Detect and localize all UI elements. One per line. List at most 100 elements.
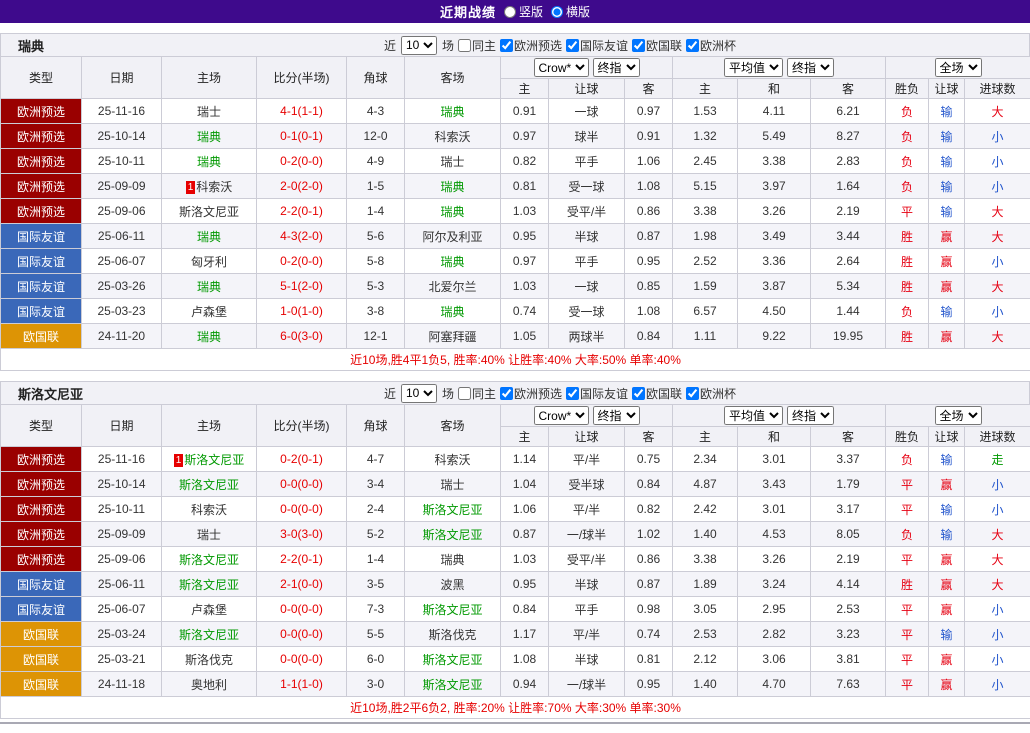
home-team-name[interactable]: 斯洛文尼亚 [179,578,239,592]
odds-time-select[interactable]: 终指 [593,406,640,425]
column-header: 日期 [82,405,162,447]
same-home-checkbox[interactable] [458,39,471,52]
view-option-vertical[interactable]: 竖版 [504,3,543,20]
competition-filter[interactable]: 欧洲杯 [686,385,736,402]
odds-company-select[interactable]: Crow* [534,58,589,77]
outcome-cell: 平 [886,597,929,622]
same-home-filter[interactable]: 同主 [458,37,496,54]
competition-checkbox[interactable] [500,39,513,52]
home-team-name[interactable]: 斯洛文尼亚 [179,205,239,219]
home-team-name[interactable]: 瑞典 [197,155,221,169]
competition-checkbox[interactable] [686,387,699,400]
odds-handicap-header: 让球 [549,79,625,99]
competition-checkbox[interactable] [632,387,645,400]
away-team-name[interactable]: 瑞典 [440,205,464,219]
competition-checkbox[interactable] [566,387,579,400]
away-team-name[interactable]: 科索沃 [434,130,470,144]
away-team-name[interactable]: 斯洛伐克 [428,628,476,642]
competition-checkbox[interactable] [500,387,513,400]
avg-away-cell: 2.53 [811,597,886,622]
odds-time-select[interactable]: 终指 [593,58,640,77]
home-team-name[interactable]: 科索沃 [196,180,232,194]
home-team-name[interactable]: 瑞典 [197,130,221,144]
home-team-name[interactable]: 斯洛文尼亚 [179,478,239,492]
competition-filter[interactable]: 欧国联 [632,385,682,402]
avg-away-cell: 3.17 [811,497,886,522]
away-team-name[interactable]: 斯洛文尼亚 [422,603,482,617]
home-team-name[interactable]: 斯洛伐克 [185,653,233,667]
competition-filter[interactable]: 欧洲杯 [686,37,736,54]
home-team-name[interactable]: 斯洛文尼亚 [184,453,244,467]
home-team-name[interactable]: 奥地利 [191,678,227,692]
away-team-name[interactable]: 瑞士 [440,155,464,169]
home-team-name[interactable]: 瑞士 [197,528,221,542]
away-team-name[interactable]: 科索沃 [434,453,470,467]
avg-home-cell: 6.57 [673,299,738,324]
table-row: 欧洲预选25-09-06斯洛文尼亚2-2(0-1)1-4瑞典1.03受平/半0.… [1,199,1030,224]
avg-time-select[interactable]: 终指 [787,406,834,425]
competition-filter[interactable]: 国际友谊 [566,385,628,402]
away-team-name[interactable]: 瑞典 [440,180,464,194]
competition-checkbox[interactable] [686,39,699,52]
away-team-name[interactable]: 北爱尔兰 [428,280,476,294]
odds-company-select[interactable]: Crow* [534,406,589,425]
away-team-name[interactable]: 瑞典 [440,305,464,319]
competition-filter[interactable]: 欧洲预选 [500,385,562,402]
avg-time-select[interactable]: 终指 [787,58,834,77]
result-group-header: 全场 [886,57,1030,79]
home-team-name[interactable]: 卢森堡 [191,305,227,319]
home-team-name[interactable]: 瑞典 [197,230,221,244]
home-team-name[interactable]: 瑞典 [197,280,221,294]
outcome-cell: 负 [886,99,929,124]
competition-filter[interactable]: 欧国联 [632,37,682,54]
avg-draw-cell: 2.95 [738,597,811,622]
goals-cell: 小 [965,497,1030,522]
away-team-name[interactable]: 阿塞拜疆 [428,330,476,344]
avg-away-cell: 3.37 [811,447,886,472]
view-option-horizontal[interactable]: 横版 [551,3,590,20]
home-team-name[interactable]: 瑞典 [197,330,221,344]
home-team-name[interactable]: 科索沃 [191,503,227,517]
competition-checkbox[interactable] [632,39,645,52]
date-cell: 25-03-23 [82,299,162,324]
away-team-name[interactable]: 斯洛文尼亚 [422,653,482,667]
away-team-name[interactable]: 斯洛文尼亚 [422,678,482,692]
away-team-name[interactable]: 波黑 [440,578,464,592]
match-count-select[interactable]: 10 [401,384,437,403]
same-home-filter[interactable]: 同主 [458,385,496,402]
away-team-name[interactable]: 瑞士 [440,478,464,492]
competition-checkbox[interactable] [566,39,579,52]
competition-filter[interactable]: 欧洲预选 [500,37,562,54]
same-home-checkbox[interactable] [458,387,471,400]
horizontal-view-radio[interactable] [551,6,563,18]
home-team-cell: 瑞典 [162,324,257,349]
away-team-name[interactable]: 阿尔及利亚 [422,230,482,244]
table-row: 欧国联24-11-18奥地利1-1(1-0)3-0斯洛文尼亚0.94一/球半0.… [1,672,1030,697]
home-team-name[interactable]: 瑞士 [197,105,221,119]
results-table: 类型日期主场比分(半场)角球客场Crow*终指平均值终指全场主让球客主和客胜负让… [0,56,1030,371]
match-type-cell: 欧洲预选 [1,199,82,224]
score-cell: 2-1(0-0) [257,572,347,597]
avg-source-select[interactable]: 平均值 [724,406,783,425]
odds-home-cell: 0.94 [501,672,549,697]
corner-cell: 12-0 [347,124,405,149]
competition-filter[interactable]: 国际友谊 [566,37,628,54]
odds-home-cell: 0.74 [501,299,549,324]
away-team-name[interactable]: 斯洛文尼亚 [422,503,482,517]
home-team-name[interactable]: 匈牙利 [191,255,227,269]
away-team-name[interactable]: 瑞典 [440,553,464,567]
rank-badge: 1 [186,181,196,194]
away-team-name[interactable]: 瑞典 [440,255,464,269]
home-team-name[interactable]: 斯洛文尼亚 [179,628,239,642]
scope-select[interactable]: 全场 [935,406,982,425]
away-team-name[interactable]: 瑞典 [440,105,464,119]
vertical-view-radio[interactable] [504,6,516,18]
home-team-name[interactable]: 卢森堡 [191,603,227,617]
corner-cell: 1-4 [347,547,405,572]
goals-cell: 大 [965,324,1030,349]
away-team-name[interactable]: 斯洛文尼亚 [422,528,482,542]
home-team-name[interactable]: 斯洛文尼亚 [179,553,239,567]
match-count-select[interactable]: 10 [401,36,437,55]
scope-select[interactable]: 全场 [935,58,982,77]
avg-source-select[interactable]: 平均值 [724,58,783,77]
